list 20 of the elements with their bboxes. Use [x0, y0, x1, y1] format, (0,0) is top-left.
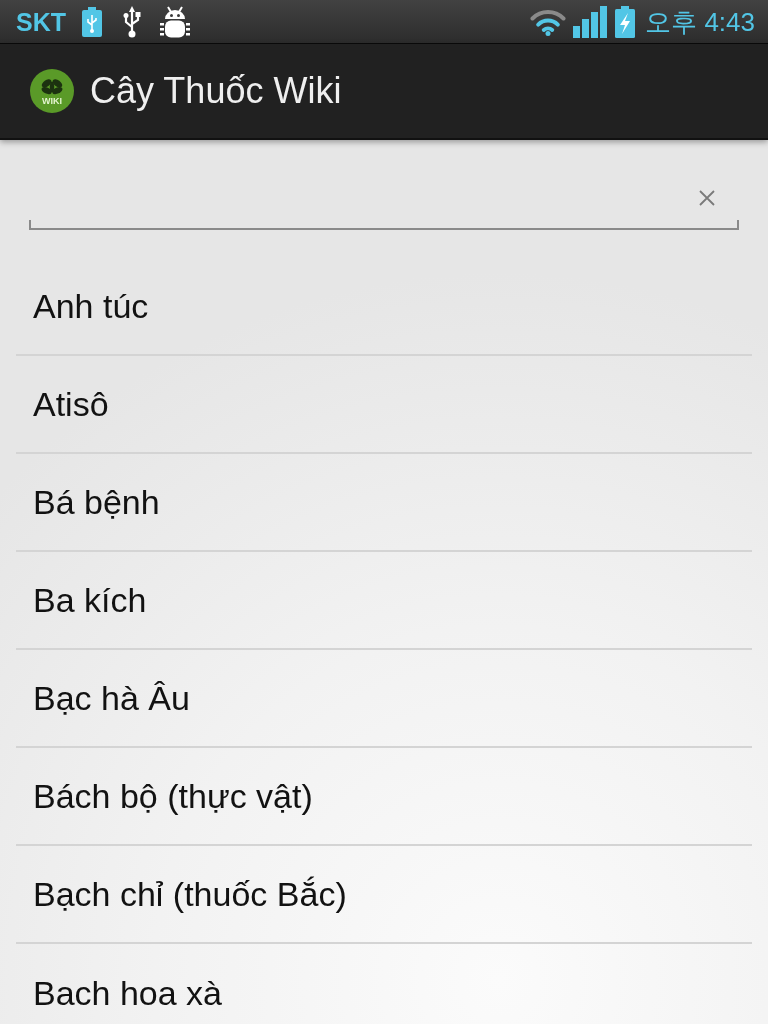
list-item[interactable]: Bá bệnh	[16, 454, 752, 552]
leaf-icon	[40, 78, 64, 96]
signal-icon	[573, 5, 608, 38]
list-item[interactable]: Bách bộ (thực vật)	[16, 748, 752, 846]
list-item[interactable]: Bạch chỉ (thuốc Bắc)	[16, 846, 752, 944]
carrier-name: SKT	[16, 6, 66, 37]
list-item[interactable]: Bạc hà Âu	[16, 650, 752, 748]
usb-icon	[122, 5, 142, 38]
battery-charging-icon	[615, 5, 636, 38]
list-item[interactable]: Bach hoa xà	[16, 944, 752, 1024]
app-title: Cây Thuốc Wiki	[90, 70, 342, 112]
bug-icon	[160, 5, 190, 38]
wifi-icon	[530, 7, 567, 36]
list-item[interactable]: Ba kích	[16, 552, 752, 650]
list-item[interactable]: Atisô	[16, 356, 752, 454]
close-icon	[699, 190, 715, 206]
clock-time: 오후 4:43	[645, 6, 755, 37]
logo-text: WIKI	[42, 96, 62, 106]
list-item[interactable]: Anh túc	[16, 258, 752, 356]
battery-usb-icon	[82, 6, 102, 37]
